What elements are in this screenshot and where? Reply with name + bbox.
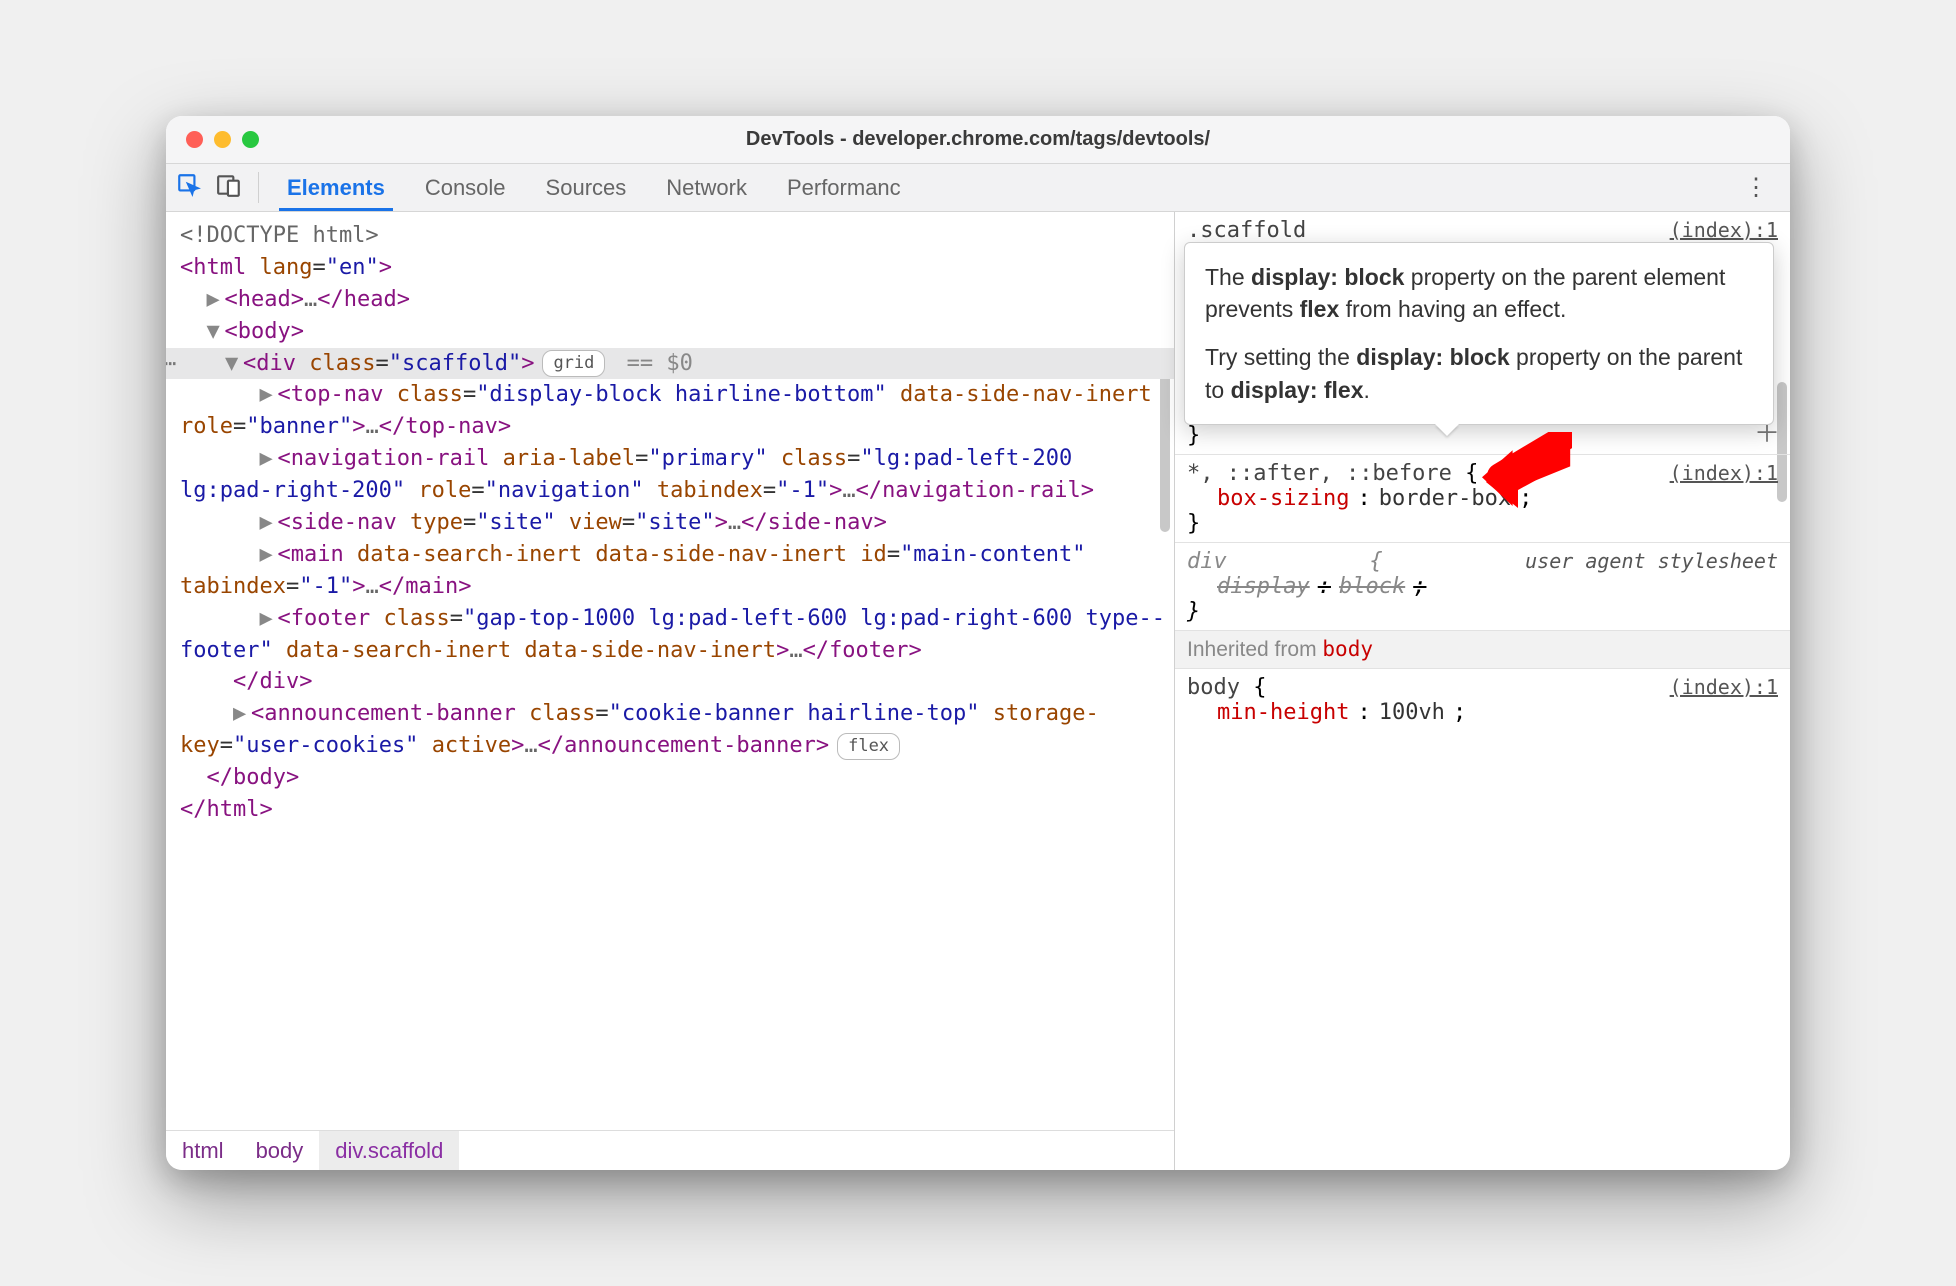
breadcrumb: html body div.scaffold	[166, 1130, 1174, 1170]
breadcrumb-selected[interactable]: div.scaffold	[319, 1131, 459, 1170]
css-rule-body[interactable]: body { (index):1 min-height: 100vh;	[1175, 669, 1790, 731]
selected-dom-node[interactable]: ⋯ ▼<div class="scaffold">grid == $0	[166, 348, 1174, 380]
tab-console[interactable]: Console	[405, 164, 526, 211]
window-title: DevTools - developer.chrome.com/tags/dev…	[166, 128, 1790, 151]
titlebar: DevTools - developer.chrome.com/tags/dev…	[166, 116, 1790, 164]
tab-network[interactable]: Network	[646, 164, 767, 211]
source-ua-label: user agent stylesheet	[1525, 549, 1778, 573]
dom-tree[interactable]: <!DOCTYPE html> <html lang="en"> ▶<head>…	[166, 212, 1174, 1130]
scrollbar[interactable]	[1160, 362, 1170, 532]
selector-text: .scaffold	[1187, 218, 1306, 243]
inherited-from-header: Inherited from body	[1175, 631, 1790, 669]
breadcrumb-body[interactable]: body	[240, 1131, 320, 1170]
flex-badge[interactable]: flex	[837, 733, 900, 760]
tab-performance[interactable]: Performanc	[767, 164, 921, 211]
close-window-button[interactable]	[186, 131, 203, 148]
source-link[interactable]: (index):1	[1670, 461, 1778, 485]
source-link[interactable]: (index):1	[1670, 218, 1778, 242]
tab-sources[interactable]: Sources	[526, 164, 647, 211]
breadcrumb-html[interactable]: html	[166, 1131, 240, 1170]
tab-elements[interactable]: Elements	[267, 164, 405, 211]
traffic-lights	[166, 131, 259, 148]
minimize-window-button[interactable]	[214, 131, 231, 148]
grid-badge[interactable]: grid	[542, 350, 605, 377]
dom-panel: <!DOCTYPE html> <html lang="en"> ▶<head>…	[166, 212, 1174, 1170]
inspect-element-icon[interactable]	[176, 172, 202, 203]
hint-tooltip: The display: block property on the paren…	[1184, 242, 1774, 425]
annotation-arrow-icon	[1482, 432, 1572, 508]
doctype-node[interactable]: <!DOCTYPE html>	[180, 223, 379, 248]
panel-tabs: Elements Console Sources Network Perform…	[267, 164, 921, 211]
source-link[interactable]: (index):1	[1670, 675, 1778, 699]
eq-dollar-indicator: == $0	[627, 351, 693, 376]
devtools-window: DevTools - developer.chrome.com/tags/dev…	[166, 116, 1790, 1170]
device-toggle-icon[interactable]	[216, 172, 242, 203]
devtools-toolbar: Elements Console Sources Network Perform…	[166, 164, 1790, 212]
css-rule-ua-div[interactable]: div { user agent stylesheet display: blo…	[1175, 543, 1790, 631]
more-menu-icon[interactable]: ⋮	[1734, 173, 1780, 202]
maximize-window-button[interactable]	[242, 131, 259, 148]
